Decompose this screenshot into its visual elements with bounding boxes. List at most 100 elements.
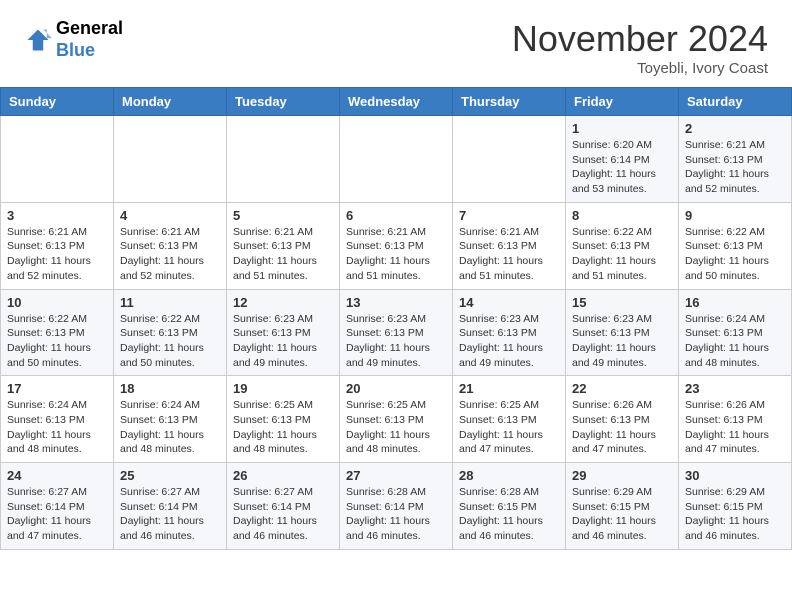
calendar-cell: 4Sunrise: 6:21 AM Sunset: 6:13 PM Daylig… — [114, 202, 227, 289]
day-number: 9 — [685, 208, 785, 223]
location: Toyebli, Ivory Coast — [512, 60, 768, 77]
day-number: 5 — [233, 208, 333, 223]
day-number: 6 — [346, 208, 446, 223]
day-detail: Sunrise: 6:24 AM Sunset: 6:13 PM Dayligh… — [120, 398, 220, 457]
day-detail: Sunrise: 6:21 AM Sunset: 6:13 PM Dayligh… — [459, 225, 559, 284]
day-number: 12 — [233, 295, 333, 310]
day-number: 3 — [7, 208, 107, 223]
day-number: 23 — [685, 381, 785, 396]
weekday-row: SundayMondayTuesdayWednesdayThursdayFrid… — [1, 88, 792, 116]
calendar-cell: 3Sunrise: 6:21 AM Sunset: 6:13 PM Daylig… — [1, 202, 114, 289]
day-number: 4 — [120, 208, 220, 223]
day-number: 25 — [120, 468, 220, 483]
calendar-cell: 25 Sunrise: 6:27 AM Sunset: 6:14 PM Dayli… — [114, 463, 227, 550]
day-detail: Sunrise: 6:23 AM Sunset: 6:13 PM Dayligh… — [459, 312, 559, 371]
calendar-week-4: 17 Sunrise: 6:24 AM Sunset: 6:13 PM Dayli… — [1, 376, 792, 463]
calendar-cell — [453, 116, 566, 203]
day-detail: Sunrise: 6:25 AM Sunset: 6:13 PM Dayligh… — [459, 398, 559, 457]
day-number: 24 — [7, 468, 107, 483]
day-number: 2 — [685, 121, 785, 136]
day-detail: Sunrise: 6:25 AM Sunset: 6:13 PM Dayligh… — [346, 398, 446, 457]
calendar-cell: 1Sunrise: 6:20 AM Sunset: 6:14 PM Daylig… — [566, 116, 679, 203]
calendar-cell: 12 Sunrise: 6:23 AM Sunset: 6:13 PM Dayli… — [227, 289, 340, 376]
calendar-cell: 16 Sunrise: 6:24 AM Sunset: 6:13 PM Dayli… — [679, 289, 792, 376]
weekday-header-tuesday: Tuesday — [227, 88, 340, 116]
calendar-cell: 5 Sunrise: 6:21 AM Sunset: 6:13 PM Daylig… — [227, 202, 340, 289]
calendar-cell: 26 Sunrise: 6:27 AM Sunset: 6:14 PM Dayli… — [227, 463, 340, 550]
day-number: 13 — [346, 295, 446, 310]
day-number: 18 — [120, 381, 220, 396]
day-detail: Sunrise: 6:23 AM Sunset: 6:13 PM Dayligh… — [346, 312, 446, 371]
day-detail: Sunrise: 6:22 AM Sunset: 6:13 PM Dayligh… — [572, 225, 672, 284]
day-number: 14 — [459, 295, 559, 310]
day-detail: Sunrise: 6:28 AM Sunset: 6:14 PM Dayligh… — [346, 485, 446, 544]
month-title: November 2024 — [512, 18, 768, 60]
weekday-header-thursday: Thursday — [453, 88, 566, 116]
day-number: 10 — [7, 295, 107, 310]
day-number: 21 — [459, 381, 559, 396]
calendar-cell: 2 Sunrise: 6:21 AM Sunset: 6:13 PM Daylig… — [679, 116, 792, 203]
day-detail: Sunrise: 6:22 AM Sunset: 6:13 PM Dayligh… — [7, 312, 107, 371]
calendar-cell — [227, 116, 340, 203]
calendar-cell: 19Sunrise: 6:25 AM Sunset: 6:13 PM Dayli… — [227, 376, 340, 463]
day-detail: Sunrise: 6:22 AM Sunset: 6:13 PM Dayligh… — [120, 312, 220, 371]
day-number: 28 — [459, 468, 559, 483]
day-number: 16 — [685, 295, 785, 310]
weekday-header-wednesday: Wednesday — [340, 88, 453, 116]
day-detail: Sunrise: 6:24 AM Sunset: 6:13 PM Dayligh… — [685, 312, 785, 371]
calendar-cell: 22Sunrise: 6:26 AM Sunset: 6:13 PM Dayli… — [566, 376, 679, 463]
calendar-header: SundayMondayTuesdayWednesdayThursdayFrid… — [1, 88, 792, 116]
logo-blue: Blue — [56, 40, 123, 62]
day-detail: Sunrise: 6:24 AM Sunset: 6:13 PM Dayligh… — [7, 398, 107, 457]
calendar-cell: 28 Sunrise: 6:28 AM Sunset: 6:15 PM Dayli… — [453, 463, 566, 550]
logo-icon — [24, 26, 52, 54]
day-number: 20 — [346, 381, 446, 396]
day-detail: Sunrise: 6:26 AM Sunset: 6:13 PM Dayligh… — [685, 398, 785, 457]
day-detail: Sunrise: 6:25 AM Sunset: 6:13 PM Dayligh… — [233, 398, 333, 457]
calendar-cell — [1, 116, 114, 203]
day-detail: Sunrise: 6:27 AM Sunset: 6:14 PM Dayligh… — [233, 485, 333, 544]
calendar-cell: 14 Sunrise: 6:23 AM Sunset: 6:13 PM Dayli… — [453, 289, 566, 376]
calendar-cell: 6Sunrise: 6:21 AM Sunset: 6:13 PM Daylig… — [340, 202, 453, 289]
calendar-cell: 15Sunrise: 6:23 AM Sunset: 6:13 PM Dayli… — [566, 289, 679, 376]
day-detail: Sunrise: 6:20 AM Sunset: 6:14 PM Dayligh… — [572, 138, 672, 197]
day-detail: Sunrise: 6:23 AM Sunset: 6:13 PM Dayligh… — [233, 312, 333, 371]
calendar-cell: 27 Sunrise: 6:28 AM Sunset: 6:14 PM Dayli… — [340, 463, 453, 550]
day-detail: Sunrise: 6:29 AM Sunset: 6:15 PM Dayligh… — [685, 485, 785, 544]
day-detail: Sunrise: 6:21 AM Sunset: 6:13 PM Dayligh… — [685, 138, 785, 197]
calendar-cell — [114, 116, 227, 203]
weekday-header-friday: Friday — [566, 88, 679, 116]
title-block: November 2024 Toyebli, Ivory Coast — [512, 18, 768, 77]
logo-text: General Blue — [56, 18, 123, 61]
calendar-cell: 20 Sunrise: 6:25 AM Sunset: 6:13 PM Dayli… — [340, 376, 453, 463]
day-number: 30 — [685, 468, 785, 483]
weekday-header-saturday: Saturday — [679, 88, 792, 116]
day-detail: Sunrise: 6:28 AM Sunset: 6:15 PM Dayligh… — [459, 485, 559, 544]
calendar-cell: 29 Sunrise: 6:29 AM Sunset: 6:15 PM Dayli… — [566, 463, 679, 550]
day-detail: Sunrise: 6:26 AM Sunset: 6:13 PM Dayligh… — [572, 398, 672, 457]
day-number: 11 — [120, 295, 220, 310]
day-detail: Sunrise: 6:21 AM Sunset: 6:13 PM Dayligh… — [233, 225, 333, 284]
weekday-header-monday: Monday — [114, 88, 227, 116]
calendar-cell: 18 Sunrise: 6:24 AM Sunset: 6:13 PM Dayli… — [114, 376, 227, 463]
calendar-week-5: 24 Sunrise: 6:27 AM Sunset: 6:14 PM Dayli… — [1, 463, 792, 550]
day-detail: Sunrise: 6:22 AM Sunset: 6:13 PM Dayligh… — [685, 225, 785, 284]
calendar-cell: 10 Sunrise: 6:22 AM Sunset: 6:13 PM Dayli… — [1, 289, 114, 376]
day-detail: Sunrise: 6:27 AM Sunset: 6:14 PM Dayligh… — [120, 485, 220, 544]
calendar-cell: 30 Sunrise: 6:29 AM Sunset: 6:15 PM Dayli… — [679, 463, 792, 550]
day-number: 29 — [572, 468, 672, 483]
day-number: 17 — [7, 381, 107, 396]
logo-general: General — [56, 18, 123, 40]
day-number: 26 — [233, 468, 333, 483]
calendar-table: SundayMondayTuesdayWednesdayThursdayFrid… — [0, 87, 792, 550]
day-number: 27 — [346, 468, 446, 483]
page-header: General Blue November 2024 Toyebli, Ivor… — [0, 0, 792, 87]
calendar-cell: 24Sunrise: 6:27 AM Sunset: 6:14 PM Dayli… — [1, 463, 114, 550]
calendar-cell: 7 Sunrise: 6:21 AM Sunset: 6:13 PM Daylig… — [453, 202, 566, 289]
calendar-cell: 8Sunrise: 6:22 AM Sunset: 6:13 PM Daylig… — [566, 202, 679, 289]
logo: General Blue — [24, 18, 123, 61]
weekday-header-sunday: Sunday — [1, 88, 114, 116]
calendar-cell: 9 Sunrise: 6:22 AM Sunset: 6:13 PM Daylig… — [679, 202, 792, 289]
day-number: 7 — [459, 208, 559, 223]
day-detail: Sunrise: 6:29 AM Sunset: 6:15 PM Dayligh… — [572, 485, 672, 544]
